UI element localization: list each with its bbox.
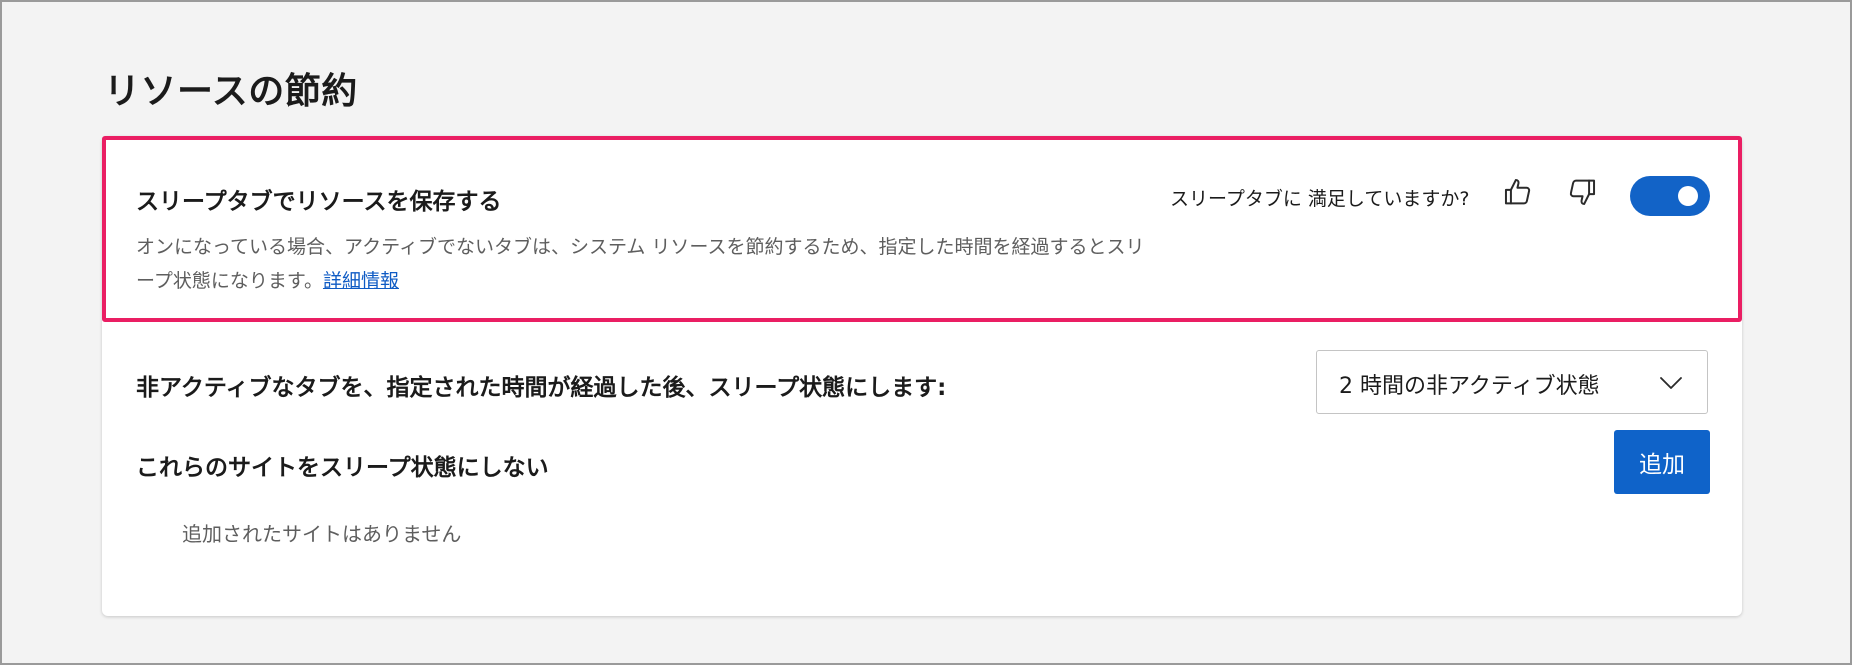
inactive-timeout-label: 非アクティブなタブを、指定された時間が経過した後、スリープ状態にします: [136, 375, 947, 401]
chevron-down-icon [1660, 377, 1682, 389]
add-site-button[interactable]: 追加 [1614, 430, 1710, 494]
thumbs-down-button[interactable] [1562, 172, 1602, 212]
never-sleep-sites-label: これらのサイトをスリープ状態にしない [136, 455, 549, 481]
inactive-timeout-select[interactable]: 2 時間の非アクティブ状態 [1316, 350, 1708, 414]
toggle-knob [1678, 186, 1698, 206]
empty-sites-message: 追加されたサイトはありません [182, 522, 462, 546]
thumbs-up-icon [1504, 178, 1531, 205]
thumbs-up-button[interactable] [1498, 172, 1538, 212]
section-title: リソースの節約 [104, 71, 358, 112]
thumbs-down-icon [1569, 179, 1596, 206]
inactive-timeout-value: 2 時間の非アクティブ状態 [1339, 374, 1600, 399]
sleeping-tabs-description: オンになっている場合、アクティブでないタブは、システム リソースを節約するため、… [136, 230, 1146, 298]
feedback-question: スリープタブに 満足していますか? [1170, 188, 1470, 210]
sleeping-tabs-description-text: オンになっている場合、アクティブでないタブは、システム リソースを節約するため、… [136, 236, 1145, 292]
sleeping-tabs-toggle[interactable] [1630, 176, 1710, 216]
sleeping-tabs-title: スリープタブでリソースを保存する [136, 189, 502, 215]
learn-more-link[interactable]: 詳細情報 [323, 270, 399, 292]
